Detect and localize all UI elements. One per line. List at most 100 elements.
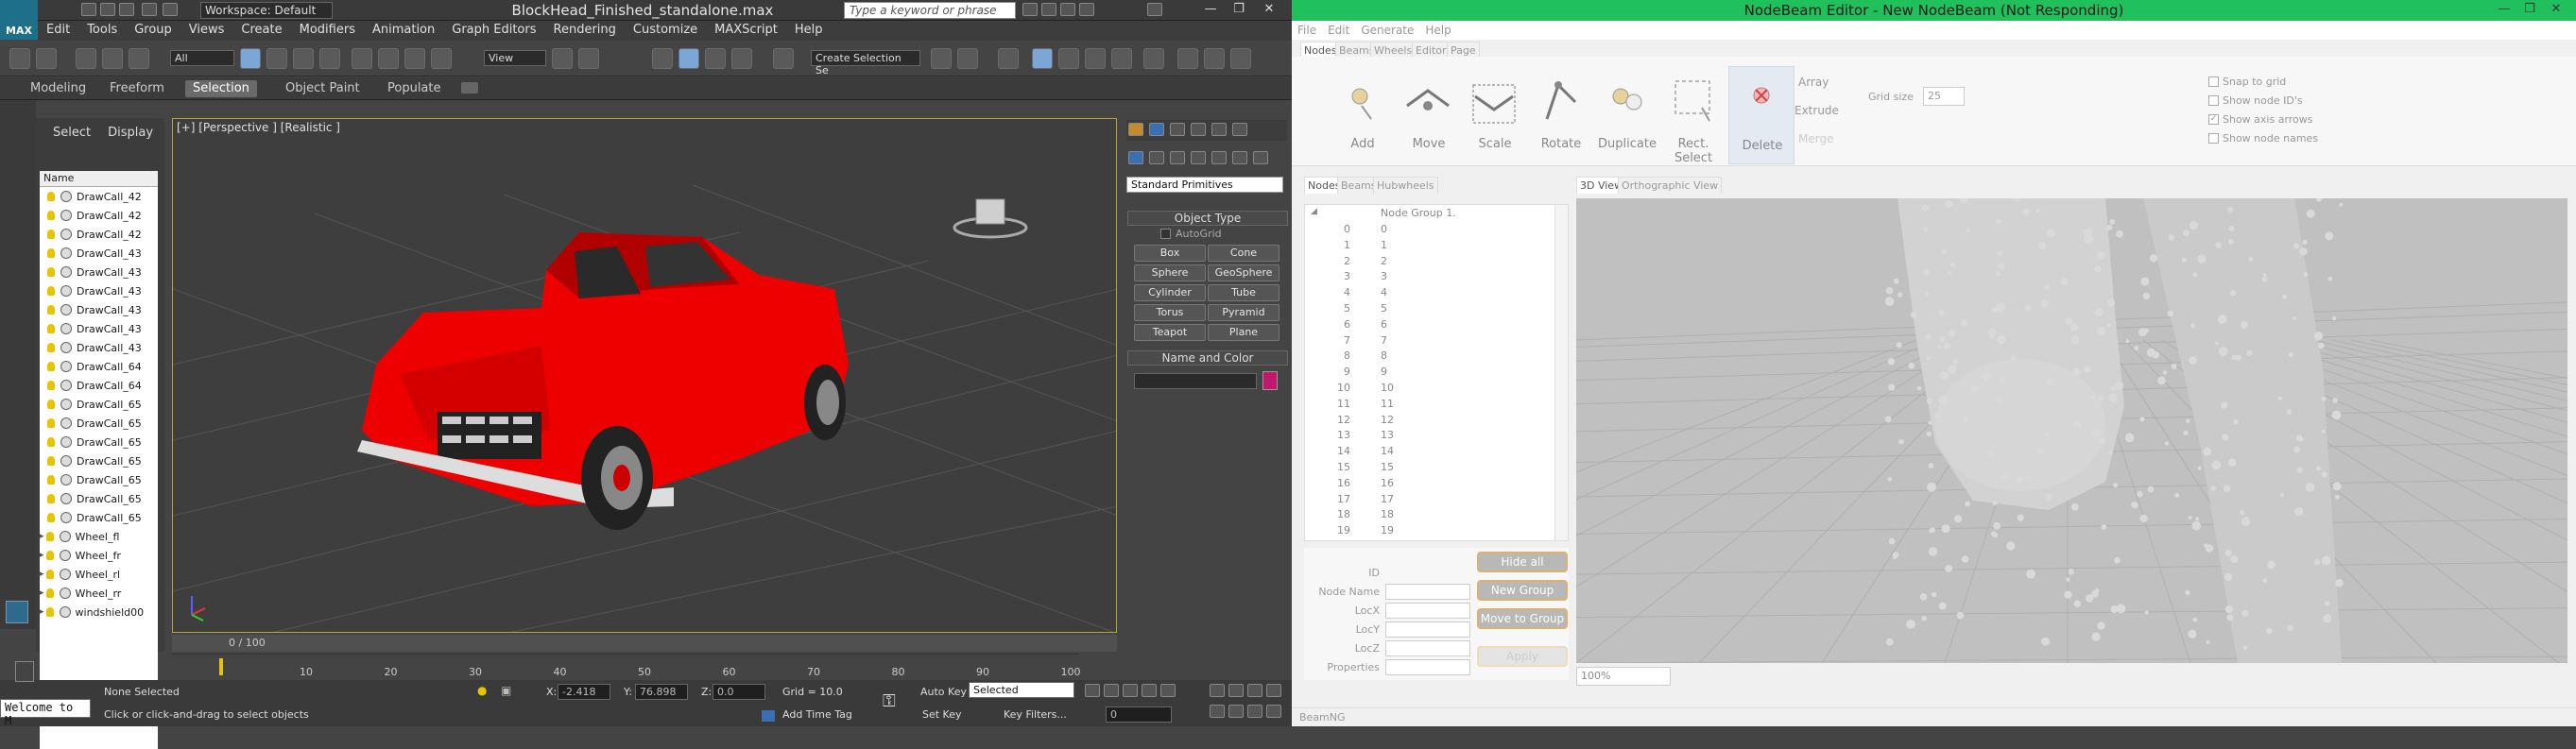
node-row[interactable]: 77: [1305, 334, 1554, 350]
schematic-view-icon[interactable]: [1085, 48, 1106, 69]
move-to-group-button[interactable]: Move to Group: [1477, 608, 1568, 629]
pan-icon[interactable]: [1228, 705, 1244, 718]
scale-icon[interactable]: [404, 48, 425, 69]
menu-help[interactable]: Help: [786, 21, 832, 41]
menu-customize[interactable]: Customize: [625, 21, 706, 41]
unlink-icon[interactable]: [102, 48, 123, 69]
menu-group[interactable]: Group: [126, 21, 180, 41]
motion-tab-icon[interactable]: [1191, 123, 1206, 136]
scene-object-row[interactable]: ▸ Wheel_rr: [40, 584, 158, 603]
visibility-bulb-icon[interactable]: [47, 343, 55, 352]
extrude-button[interactable]: Extrude: [1795, 104, 1839, 117]
menu-tools[interactable]: Tools: [78, 21, 126, 41]
object-name-input[interactable]: [1134, 373, 1257, 389]
ref-coord-dropdown[interactable]: View: [484, 50, 546, 66]
node-row[interactable]: 88: [1305, 349, 1554, 366]
node-row[interactable]: 19 19: [1305, 524, 1554, 540]
menu-views[interactable]: Views: [180, 21, 233, 41]
visibility-bulb-icon[interactable]: [47, 475, 55, 485]
scene-tab-display[interactable]: Display: [108, 126, 153, 140]
visibility-bulb-icon[interactable]: [47, 211, 55, 220]
create-tab-icon[interactable]: [1128, 123, 1143, 136]
redo-icon[interactable]: [36, 48, 57, 69]
scene-object-row[interactable]: DrawCall_43: [40, 338, 158, 357]
move-tool[interactable]: Move: [1396, 74, 1462, 159]
option-checkbox[interactable]: Show node ID's: [2208, 94, 2303, 107]
scene-object-row[interactable]: DrawCall_43: [40, 300, 158, 319]
close-icon[interactable]: ✕: [2544, 2, 2568, 17]
menu-edit[interactable]: Edit: [38, 21, 78, 41]
node-row[interactable]: 66: [1305, 318, 1554, 334]
lock-icon[interactable]: ▣: [501, 684, 511, 697]
scene-object-row[interactable]: DrawCall_65: [40, 451, 158, 470]
expand-icon[interactable]: ▸: [40, 551, 44, 560]
node-name-input[interactable]: [1385, 584, 1470, 600]
previous-frame-icon[interactable]: [1104, 684, 1119, 697]
scene-object-row[interactable]: DrawCall_65: [40, 414, 158, 433]
delete-tool[interactable]: Delete: [1728, 66, 1795, 164]
primitive-type-dropdown[interactable]: Standard Primitives: [1126, 177, 1283, 193]
node-group-row[interactable]: ◢ Node Group 1.: [1305, 207, 1554, 223]
hide-all-button[interactable]: Hide all: [1477, 552, 1568, 572]
duplicate-tool[interactable]: Duplicate: [1594, 74, 1660, 159]
spacewarps-icon[interactable]: [1232, 151, 1247, 164]
angle-snap-icon[interactable]: [678, 48, 699, 69]
systems-icon[interactable]: [1253, 151, 1268, 164]
object-color-swatch[interactable]: [1262, 371, 1278, 390]
ribbon-options-icon[interactable]: [461, 82, 478, 94]
rect-region-icon[interactable]: [293, 48, 314, 69]
visibility-bulb-icon[interactable]: [45, 570, 54, 579]
visibility-bulb-icon[interactable]: [47, 437, 55, 447]
time-config-icon[interactable]: [15, 661, 34, 682]
rendered-frame-icon[interactable]: [1177, 48, 1198, 69]
autogrid-checkbox[interactable]: AutoGrid: [1160, 228, 1222, 240]
new-group-button[interactable]: New Group: [1477, 580, 1568, 601]
time-slider[interactable]: 0 / 100: [172, 635, 1117, 652]
scene-object-row[interactable]: DrawCall_65: [40, 508, 158, 527]
app-logo[interactable]: MAX: [0, 0, 38, 40]
search-input[interactable]: Type a keyword or phrase: [844, 2, 1016, 19]
close-icon[interactable]: ✕: [1257, 2, 1281, 17]
visibility-bulb-icon[interactable]: [45, 607, 54, 617]
menu-generate[interactable]: Generate: [1355, 21, 1419, 40]
cameras-icon[interactable]: [1191, 151, 1206, 164]
ribbon-tab-populate[interactable]: Populate: [380, 80, 449, 97]
orbit-icon[interactable]: [1247, 705, 1262, 718]
save-icon[interactable]: [119, 3, 134, 16]
node-row[interactable]: 14 14: [1305, 445, 1554, 461]
geosphere-button[interactable]: GeoSphere: [1208, 264, 1279, 281]
ribbon-tab-object-paint[interactable]: Object Paint: [278, 80, 368, 97]
auto-key-button[interactable]: Auto Key: [920, 686, 967, 698]
binoculars-icon[interactable]: [1022, 3, 1038, 16]
visibility-bulb-icon[interactable]: [45, 588, 54, 598]
pivot-icon[interactable]: [552, 48, 573, 69]
pyramid-button[interactable]: Pyramid: [1208, 304, 1279, 321]
move-icon[interactable]: [352, 48, 372, 69]
helpers-icon[interactable]: [1211, 151, 1227, 164]
scene-object-row[interactable]: ▸ Wheel_fl: [40, 527, 158, 546]
display-tab-icon[interactable]: [1211, 123, 1227, 136]
render-setup-icon[interactable]: [1143, 48, 1164, 69]
scene-object-row[interactable]: DrawCall_65: [40, 395, 158, 414]
scene-object-row[interactable]: DrawCall_65: [40, 433, 158, 451]
isolate-icon[interactable]: ●: [477, 684, 487, 697]
expand-icon[interactable]: ▸: [40, 532, 44, 541]
node-list-scrollbar[interactable]: [1554, 205, 1568, 540]
time-tag-icon[interactable]: [762, 710, 775, 722]
viewcube[interactable]: [953, 198, 1028, 239]
next-frame-icon[interactable]: [1142, 684, 1157, 697]
node-row[interactable]: 12 12: [1305, 414, 1554, 430]
visibility-bulb-icon[interactable]: [47, 494, 55, 503]
scene-object-row[interactable]: DrawCall_43: [40, 263, 158, 281]
bind-spacewarp-icon[interactable]: [129, 48, 149, 69]
scene-object-row[interactable]: DrawCall_64: [40, 376, 158, 395]
scene-object-row[interactable]: DrawCall_43: [40, 281, 158, 300]
field-of-view-icon[interactable]: [1210, 705, 1225, 718]
node-row[interactable]: 00: [1305, 223, 1554, 239]
apply-button[interactable]: Apply: [1477, 646, 1568, 667]
node-row[interactable]: 11: [1305, 239, 1554, 255]
torus-button[interactable]: Torus: [1134, 304, 1206, 321]
workspace-dropdown[interactable]: Workspace: Default: [200, 2, 333, 19]
maximize-icon[interactable]: ❐: [2517, 2, 2542, 17]
visibility-bulb-icon[interactable]: [47, 305, 55, 315]
